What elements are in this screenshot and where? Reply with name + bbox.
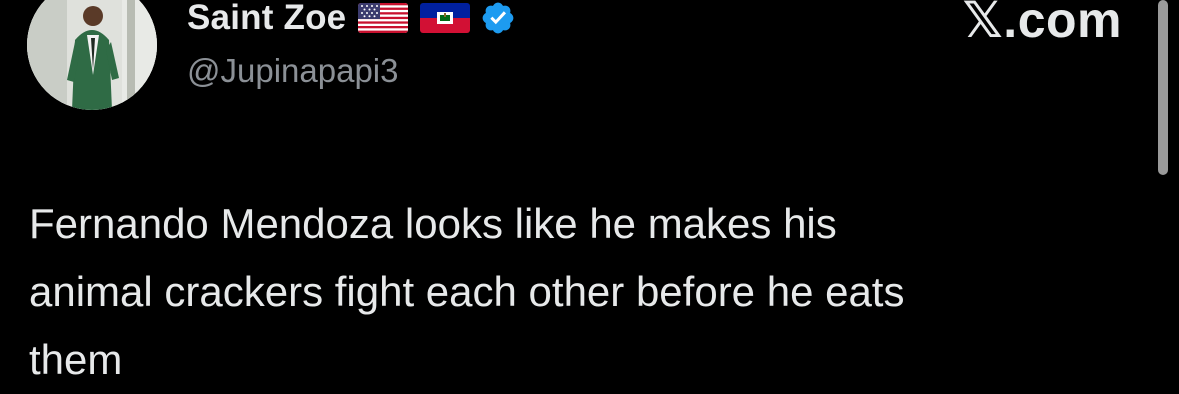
scrollbar[interactable] [1158,0,1168,175]
author-handle[interactable]: @Jupinapapi3 [187,52,399,90]
author-name-row: Saint Zoe [187,0,516,40]
x-logo: 𝕏.com [962,0,1122,48]
us-flag-icon [358,3,409,33]
haiti-flag-icon [420,3,471,33]
display-name[interactable]: Saint Zoe [187,0,346,38]
avatar[interactable] [27,0,157,110]
verified-badge-icon [480,0,516,36]
tweet-text: Fernando Mendoza looks like he makes his… [29,200,905,383]
